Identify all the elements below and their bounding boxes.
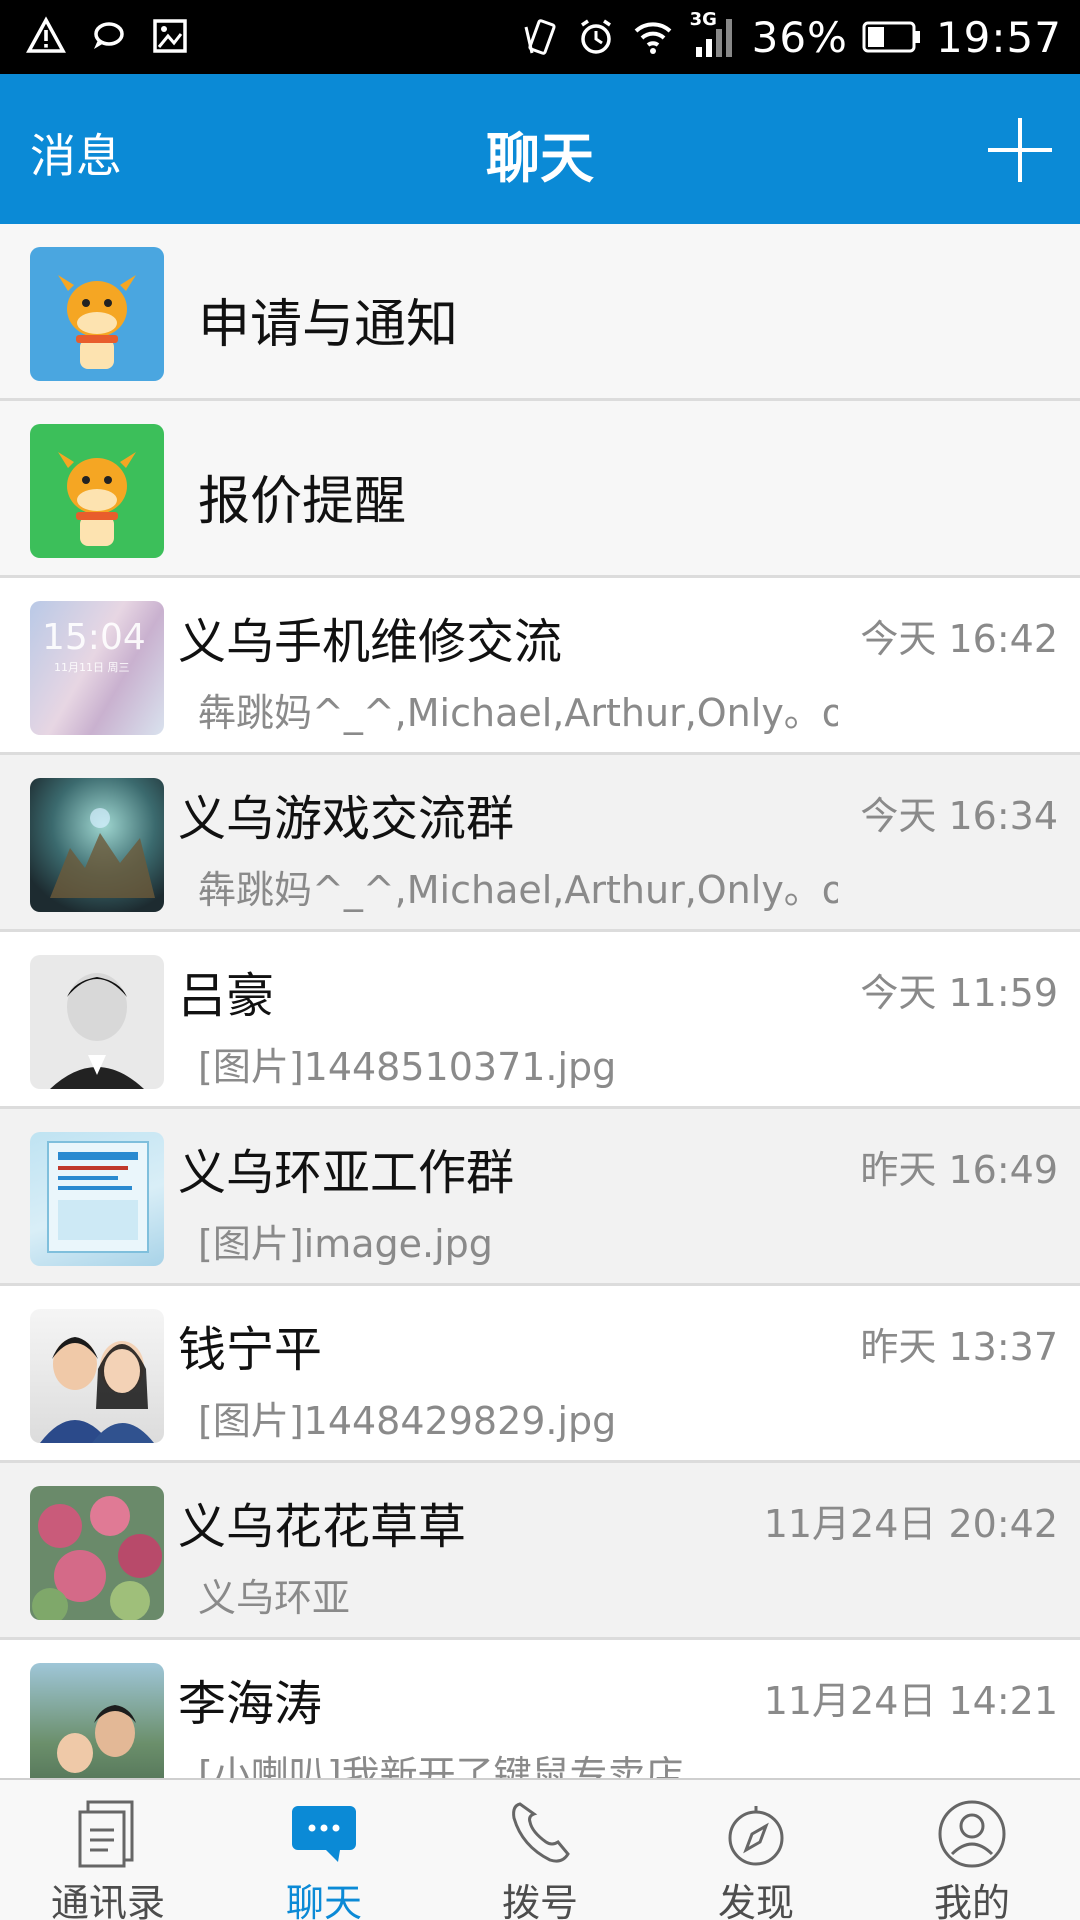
chat-time: 昨天 13:37 (860, 1325, 1058, 1369)
chat-time: 今天 16:34 (860, 794, 1058, 838)
chat-row[interactable]: 义乌游戏交流群 今天 16:34 犇跳妈^_^,Michael,Arthur,O… (0, 755, 1080, 932)
cow-mascot-avatar (30, 424, 164, 558)
chat-row[interactable]: 义乌环亚工作群 昨天 16:49 [图片]image.jpg (0, 1109, 1080, 1286)
nav-dial-label: 拨号 (501, 1881, 578, 1920)
status-bar: 3G 36% 19:57 (0, 0, 1080, 74)
cow-mascot-avatar (30, 247, 164, 381)
chat-time: 昨天 16:49 (860, 1148, 1058, 1192)
nav-discover-label: 发现 (717, 1881, 794, 1920)
nav-chat-label: 聊天 (285, 1881, 362, 1920)
chat-row[interactable]: 李海涛 11月24日 14:21 [小喇叭]我新开了键鼠专卖店 (0, 1640, 1080, 1778)
contact-avatar (30, 1663, 164, 1778)
warning-icon (26, 16, 66, 53)
chat-name: 义乌游戏交流群 (178, 791, 515, 847)
plus-icon[interactable] (988, 118, 1052, 182)
page-title: 聊天 (486, 127, 594, 190)
chat-preview: 犇跳妈^_^,Michael,Arthur,Only。o... (198, 691, 838, 735)
contact-avatar (30, 955, 164, 1089)
chat-time: 今天 16:42 (860, 617, 1058, 661)
nav-discover[interactable]: 发现 (648, 1780, 864, 1920)
chat-name: 义乌环亚工作群 (178, 1145, 515, 1201)
conversation-list[interactable]: 申请与通知 报价提醒 15:04 11月11日 周三 义乌手机维修交流 今天 1… (0, 224, 1080, 1778)
contact-avatar (30, 1309, 164, 1443)
chat-time: 11月24日 20:42 (763, 1502, 1058, 1546)
chat-name: 李海涛 (178, 1676, 323, 1732)
chat-time: 今天 11:59 (860, 971, 1058, 1015)
notifications-row[interactable]: 申请与通知 (0, 224, 1080, 401)
chat-row[interactable]: 钱宁平 昨天 13:37 [图片]1448429829.jpg (0, 1286, 1080, 1463)
status-left-icons (26, 16, 190, 56)
chat-bubble-icon (94, 22, 124, 49)
chat-preview: [图片]1448510371.jpg (198, 1045, 617, 1089)
battery-percent: 36% (751, 12, 848, 62)
avatar-clock-text: 15:04 (42, 617, 146, 658)
group-avatar (30, 1486, 164, 1620)
chat-preview: [小喇叭]我新开了键鼠专卖店 (198, 1753, 684, 1778)
battery-icon (862, 21, 920, 53)
status-right-icons: 3G 36% 19:57 (522, 9, 1062, 64)
chat-preview: 犇跳妈^_^,Michael,Arthur,Only。o... (198, 868, 838, 912)
compass-icon (728, 1806, 784, 1866)
profile-icon (938, 1800, 1006, 1868)
chat-name: 钱宁平 (178, 1322, 323, 1378)
group-avatar (30, 1132, 164, 1266)
vibrate-icon (524, 19, 556, 55)
bottom-nav: 通讯录 聊天 拨号 发现 我的 (0, 1778, 1080, 1920)
price-reminder-title: 报价提醒 (198, 472, 407, 532)
clock: 19:57 (935, 12, 1062, 62)
price-reminder-row[interactable]: 报价提醒 (0, 401, 1080, 578)
avatar-date-text: 11月11日 周三 (54, 661, 130, 674)
chat-time: 11月24日 14:21 (763, 1679, 1058, 1723)
nav-dial[interactable]: 拨号 (432, 1780, 648, 1920)
chat-row[interactable]: 吕豪 今天 11:59 [图片]1448510371.jpg (0, 932, 1080, 1109)
app-header: 消息 聊天 (0, 74, 1080, 224)
chat-preview: [图片]1448429829.jpg (198, 1399, 617, 1443)
signal-icon: 3G (690, 9, 738, 59)
nav-contacts-label: 通讯录 (50, 1881, 165, 1920)
chat-icon (292, 1806, 356, 1862)
phone-icon (512, 1802, 570, 1863)
nav-chat[interactable]: 聊天 (216, 1780, 432, 1920)
chat-row[interactable]: 15:04 11月11日 周三 义乌手机维修交流 今天 16:42 犇跳妈^_^… (0, 578, 1080, 755)
contacts-icon (78, 1800, 134, 1868)
alarm-icon (580, 19, 611, 54)
group-avatar: 15:04 11月11日 周三 (30, 601, 164, 735)
nav-me[interactable]: 我的 (864, 1780, 1080, 1920)
chat-name: 义乌手机维修交流 (178, 614, 563, 670)
chat-screen: 3G 36% 19:57 消息 聊天 申请与通知 报价提醒 15:04 11月1… (0, 0, 1080, 1920)
wifi-icon (634, 22, 671, 54)
nav-contacts[interactable]: 通讯录 (0, 1780, 216, 1920)
chat-preview: 义乌环亚 (198, 1576, 351, 1620)
image-icon (153, 19, 187, 53)
chat-row[interactable]: 义乌花花草草 11月24日 20:42 义乌环亚 (0, 1463, 1080, 1640)
notifications-title: 申请与通知 (198, 295, 459, 355)
chat-name: 义乌花花草草 (178, 1499, 467, 1555)
chat-preview: [图片]image.jpg (198, 1222, 493, 1266)
chat-name: 吕豪 (178, 968, 275, 1024)
nav-me-label: 我的 (933, 1881, 1010, 1920)
group-avatar (30, 778, 164, 912)
